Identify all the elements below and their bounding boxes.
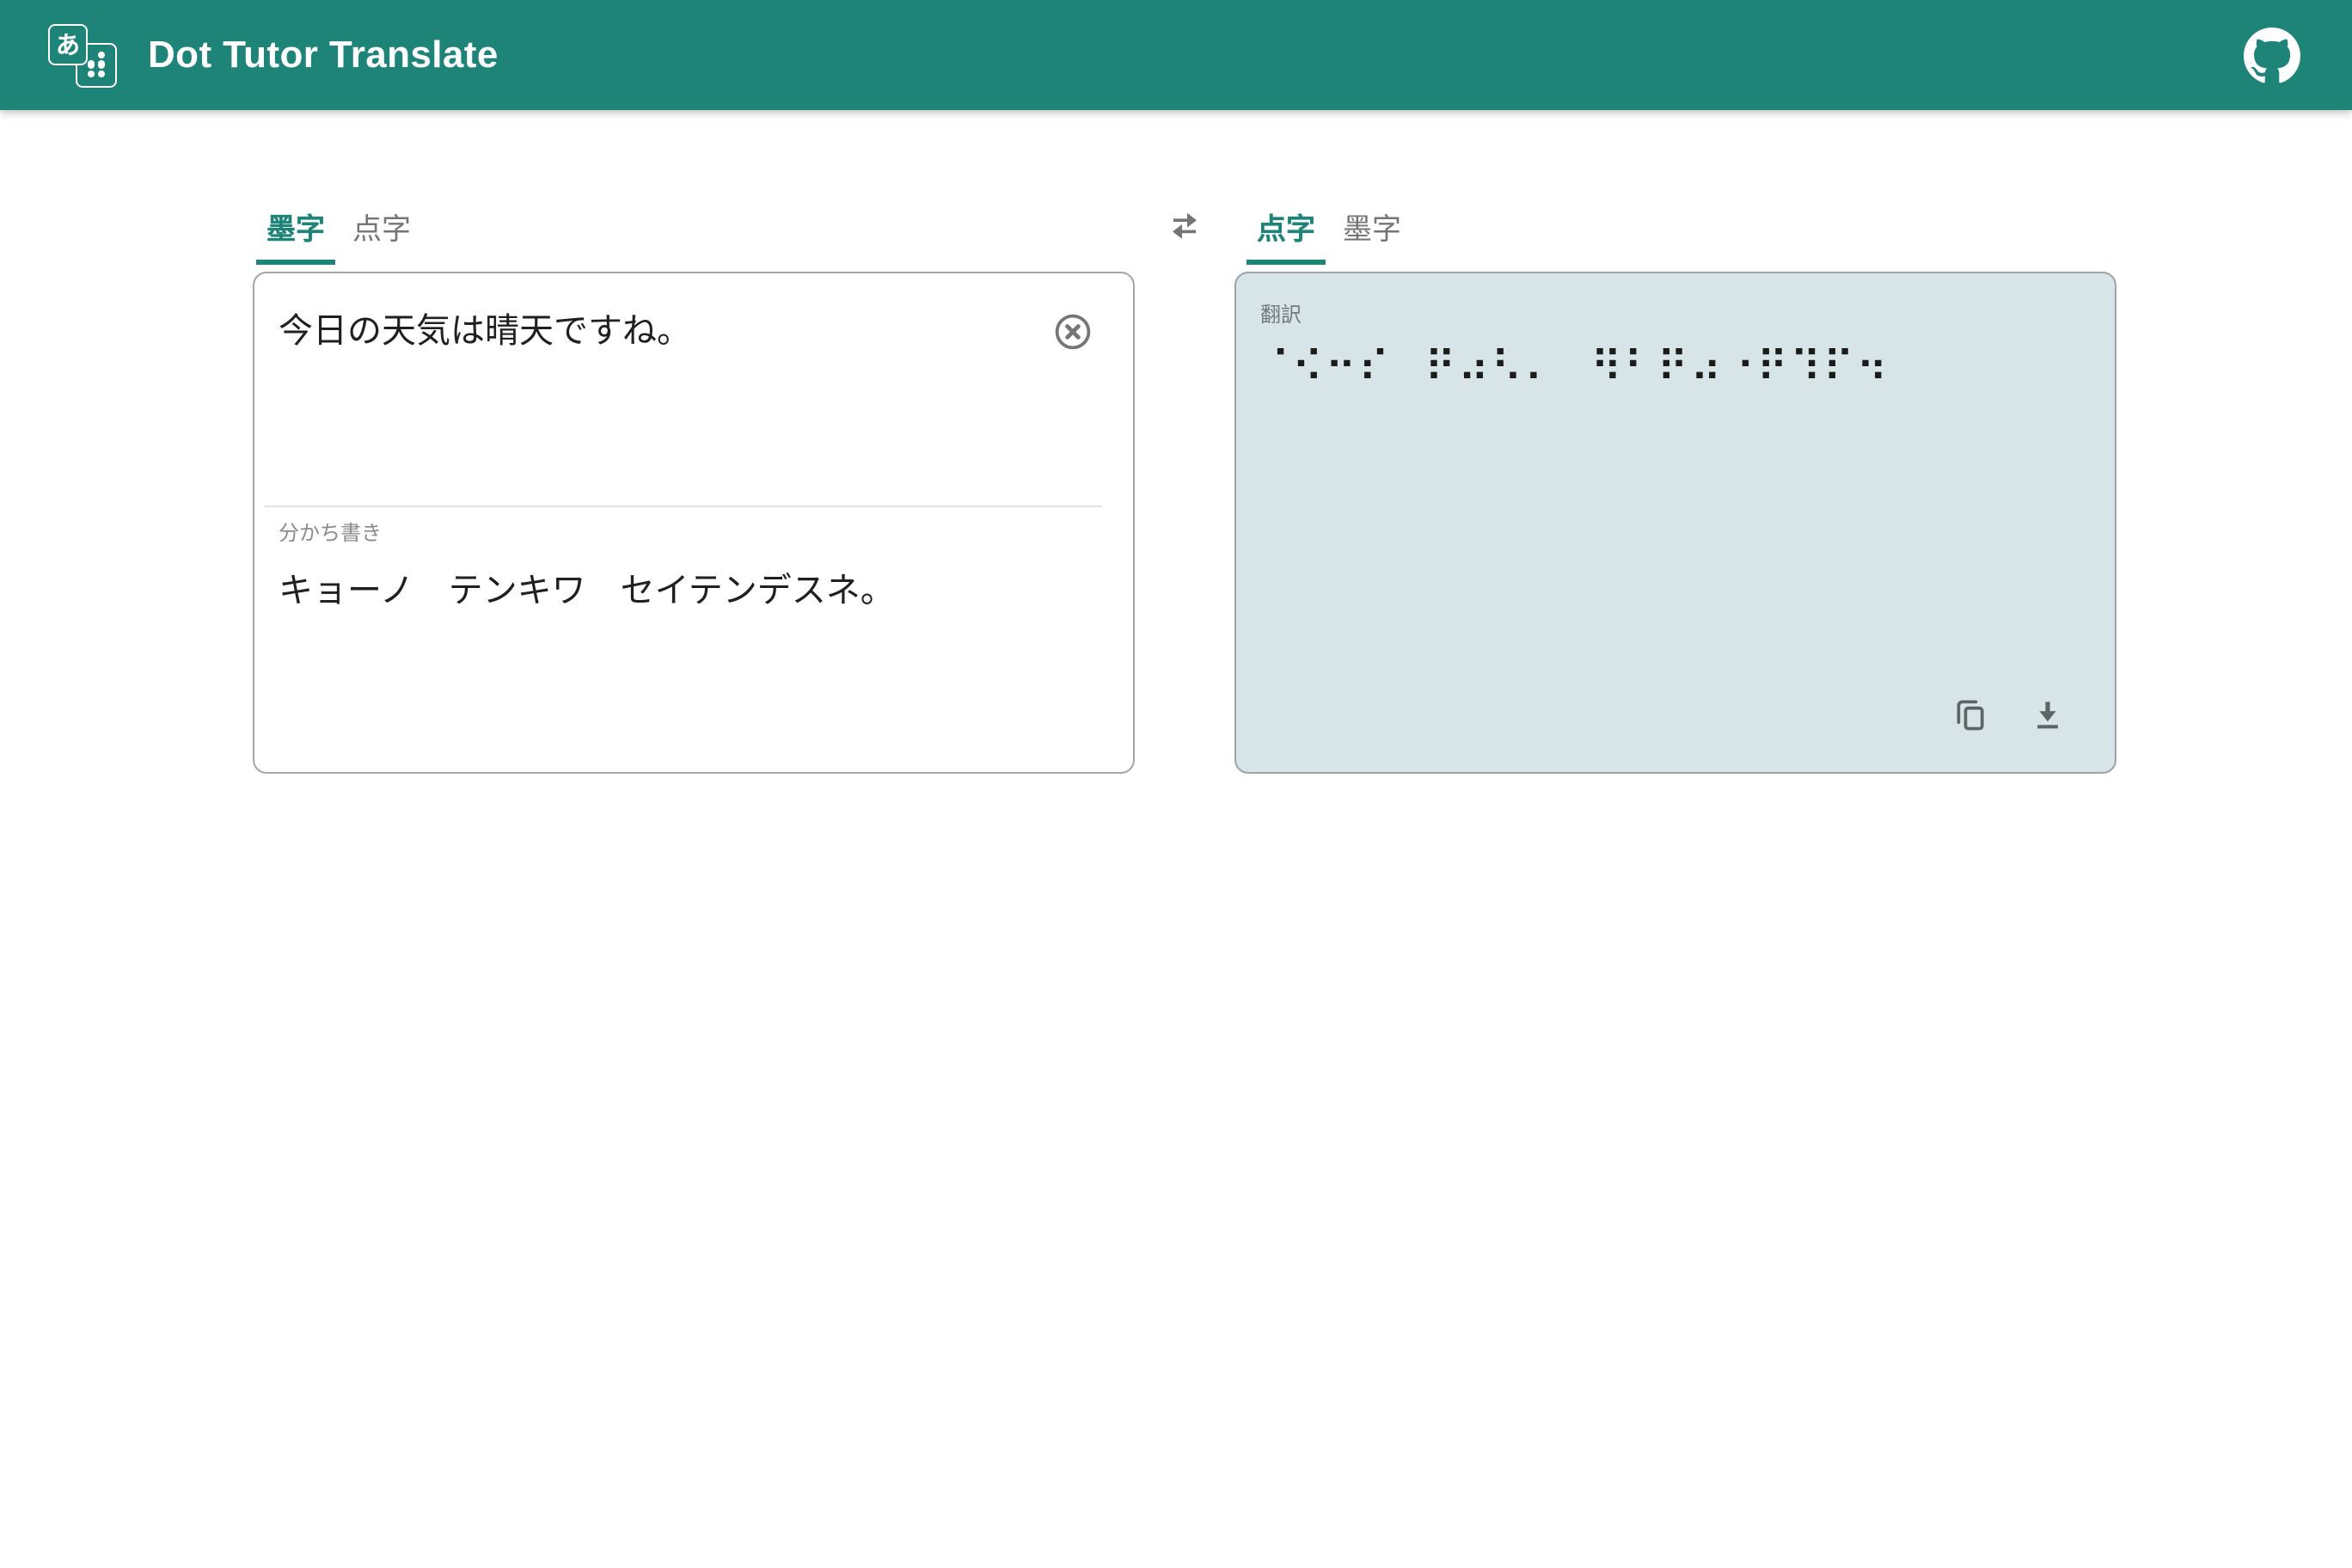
tab-target-sumiji[interactable]: 墨字 (1332, 208, 1412, 266)
copy-icon (1951, 696, 1989, 734)
clear-icon (1054, 313, 1092, 351)
app-header: あ Dot Tutor Translate (0, 0, 2352, 110)
tab-source-sumiji[interactable]: 墨字 (256, 208, 335, 266)
logo-dot (98, 60, 106, 68)
target-tabs: 点字 墨字 (1246, 208, 1412, 266)
download-button[interactable] (2029, 696, 2067, 734)
copy-button[interactable] (1951, 696, 1989, 734)
source-card: 今日の天気は晴天ですね。 分かち書き キョーノ テンキワ セイテンデスネ。 (253, 272, 1135, 774)
logo-kana: あ (56, 32, 80, 56)
output-actions (1951, 696, 2067, 734)
kana-card-icon: あ (48, 23, 88, 64)
source-input-area: 今日の天気は晴天ですね。 (254, 273, 1133, 505)
app-logo: あ (48, 23, 117, 87)
wakachigaki-text: キョーノ テンキワ セイテンデスネ。 (254, 547, 1133, 612)
logo-dot (88, 70, 95, 77)
source-text-input[interactable]: 今日の天気は晴天ですね。 (254, 273, 1133, 356)
logo-dot (98, 52, 106, 59)
swap-horizontal-icon (1164, 206, 1205, 248)
source-tabs: 墨字 点字 (256, 208, 421, 266)
wakachigaki-label: 分かち書き (254, 507, 1133, 547)
target-card: 翻訳 ⠈⠪⠒⠎⠀⠟⠴⠣⠄⠀⠻⠃⠟⠴⠐⠟⠹⠏⠲ (1234, 272, 2116, 774)
tab-source-tenji[interactable]: 点字 (342, 208, 421, 266)
clear-input-button[interactable] (1054, 313, 1092, 351)
logo-dot (98, 70, 106, 77)
logo-dot (88, 60, 95, 68)
swap-direction-button[interactable] (1164, 206, 1205, 248)
tab-target-tenji[interactable]: 点字 (1246, 208, 1326, 266)
github-icon[interactable] (2244, 27, 2300, 83)
app-title: Dot Tutor Translate (148, 33, 499, 77)
translation-label: 翻訳 (1236, 273, 2115, 328)
app: あ Dot Tutor Translate 墨字 点字 今日の天気は晴天ですね。… (0, 0, 2352, 1568)
download-icon (2029, 696, 2067, 734)
braille-output: ⠈⠪⠒⠎⠀⠟⠴⠣⠄⠀⠻⠃⠟⠴⠐⠟⠹⠏⠲ (1236, 328, 2115, 396)
